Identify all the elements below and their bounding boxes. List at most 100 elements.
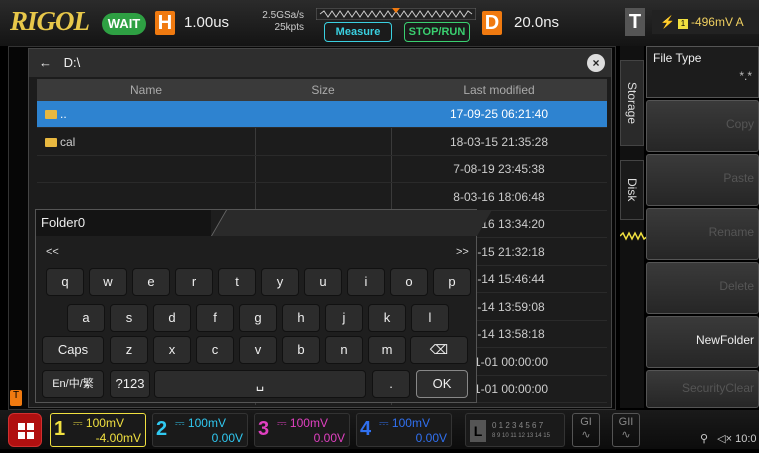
channel-offset: 0.00V — [415, 431, 447, 445]
trigger-menu-button[interactable]: T — [625, 8, 645, 36]
key-u[interactable]: u — [304, 268, 342, 296]
generator-1-button[interactable]: GI ∿ — [572, 413, 600, 447]
measure-button[interactable]: Measure — [324, 22, 392, 42]
new-folder-button[interactable]: NewFolder — [646, 316, 759, 368]
file-browser-header: ← D:\ × — [29, 49, 611, 77]
logic-analyzer-box[interactable]: L 0 1 2 3 4 5 6 7 8 9 10 11 12 13 14 15 — [465, 413, 565, 447]
file-type-selector[interactable]: File Type *.* — [646, 46, 759, 98]
channel-scale-text: 100mV — [187, 416, 226, 430]
delay-value[interactable]: 20.0ns — [514, 14, 559, 31]
close-icon[interactable]: × — [587, 54, 605, 72]
trigger-edge-icon: ⚡ — [660, 15, 675, 29]
column-size[interactable]: Size — [255, 79, 391, 101]
key-j[interactable]: j — [325, 304, 363, 332]
stop-run-button[interactable]: STOP/RUN — [404, 22, 470, 42]
key-m[interactable]: m — [368, 336, 406, 364]
delete-button[interactable]: Delete — [646, 262, 759, 314]
horizontal-menu-button[interactable]: H — [155, 11, 175, 35]
key-g[interactable]: g — [239, 304, 277, 332]
key-e[interactable]: e — [132, 268, 170, 296]
back-arrow-icon[interactable]: ← — [39, 55, 52, 70]
trigger-mode: A — [735, 15, 744, 29]
timebase-value[interactable]: 1.00us — [184, 14, 229, 31]
channel-number: 2 — [156, 418, 168, 440]
key-i[interactable]: i — [347, 268, 385, 296]
file-modified: 17-09-25 06:21:40 — [449, 107, 549, 121]
run-status-badge: WAIT — [102, 13, 146, 35]
clock: 10:0 — [735, 433, 757, 445]
channel-offset: -4.00mV — [95, 431, 141, 445]
channel-scale: ⎓ 100mV — [379, 416, 430, 431]
channel-3-box[interactable]: 3 ⎓ 100mV 0.00V — [254, 413, 350, 447]
current-path: D:\ — [63, 55, 81, 70]
channel-4-box[interactable]: 4 ⎓ 100mV 0.00V — [356, 413, 452, 447]
key-q[interactable]: q — [46, 268, 84, 296]
trigger-info[interactable]: ⚡ 1 -496mV A — [652, 10, 759, 34]
filename-input[interactable]: Folder0 — [36, 210, 211, 236]
tab-storage[interactable]: Storage — [620, 60, 644, 146]
key-f[interactable]: f — [196, 304, 234, 332]
key-b[interactable]: b — [282, 336, 320, 364]
file-row[interactable]: .. 17-09-25 06:21:40 — [37, 101, 607, 128]
key-r[interactable]: r — [175, 268, 213, 296]
numeric-toggle-key[interactable]: ?123 — [110, 370, 150, 398]
channel-number: 1 — [54, 418, 66, 440]
key-x[interactable]: x — [153, 336, 191, 364]
key-s[interactable]: s — [110, 304, 148, 332]
file-row[interactable]: 8-03-16 18:06:48 — [37, 184, 607, 211]
language-toggle-key[interactable]: En/中/繁 — [42, 370, 104, 398]
suggestion-next-button[interactable]: >> — [456, 246, 469, 258]
file-modified: 8-03-16 18:06:48 — [453, 189, 545, 204]
brand-logo: RIGOL — [10, 6, 90, 36]
file-row[interactable]: 7-08-19 23:45:38 — [37, 156, 607, 183]
channel-scale: ⎓ 100mV — [175, 416, 226, 431]
paste-button[interactable]: Paste — [646, 154, 759, 206]
key-y[interactable]: y — [261, 268, 299, 296]
backspace-key[interactable]: ⌫ — [410, 336, 468, 364]
key-a[interactable]: a — [67, 304, 105, 332]
generator-2-button[interactable]: GII ∿ — [612, 413, 640, 447]
key-h[interactable]: h — [282, 304, 320, 332]
folder-icon — [45, 110, 57, 119]
key-period[interactable]: . — [372, 370, 410, 398]
space-key[interactable]: ␣ — [154, 370, 366, 398]
key-w[interactable]: w — [89, 268, 127, 296]
key-k[interactable]: k — [368, 304, 406, 332]
tab-disk[interactable]: Disk — [620, 160, 644, 220]
key-p[interactable]: p — [433, 268, 471, 296]
logic-channels-high: 8 9 10 11 12 13 14 15 — [492, 433, 550, 439]
generator-1-label: GI — [580, 416, 592, 428]
security-clear-button[interactable]: SecurityClear — [646, 370, 759, 408]
channel-offset: 0.00V — [211, 431, 243, 445]
key-t[interactable]: t — [218, 268, 256, 296]
side-tab-strip: Storage Disk — [620, 46, 644, 408]
file-type-label: File Type — [653, 51, 702, 65]
home-menu-icon[interactable] — [8, 413, 42, 447]
channel-scale-text: 100mV — [289, 416, 328, 430]
column-modified[interactable]: Last modified — [391, 79, 607, 101]
caps-key[interactable]: Caps — [42, 336, 104, 364]
generator-2-label: GII — [618, 416, 634, 428]
key-c[interactable]: c — [196, 336, 234, 364]
ok-key[interactable]: OK — [416, 370, 468, 398]
top-status-bar: RIGOL WAIT H 1.00us 2.5GSa/s 25kpts Meas… — [0, 0, 759, 46]
file-row[interactable]: cal 18-03-15 21:35:28 — [37, 129, 607, 156]
copy-button[interactable]: Copy — [646, 100, 759, 152]
key-v[interactable]: v — [239, 336, 277, 364]
key-o[interactable]: o — [390, 268, 428, 296]
key-d[interactable]: d — [153, 304, 191, 332]
memory-depth: 25kpts — [274, 22, 304, 33]
key-z[interactable]: z — [110, 336, 148, 364]
key-l[interactable]: l — [411, 304, 449, 332]
softkey-menu: File Type *.* Copy Paste Rename Delete N… — [646, 46, 759, 408]
key-n[interactable]: n — [325, 336, 363, 364]
column-name[interactable]: Name — [37, 79, 255, 101]
delay-menu-button[interactable]: D — [482, 11, 502, 35]
dc-coupling-icon: ⎓ — [73, 416, 86, 430]
rename-button[interactable]: Rename — [646, 208, 759, 260]
dc-coupling-icon: ⎓ — [277, 416, 290, 430]
suggestion-prev-button[interactable]: << — [46, 246, 59, 258]
channel-2-box[interactable]: 2 ⎓ 100mV 0.00V — [152, 413, 248, 447]
channel-1-box[interactable]: 1 ⎓ 100mV -4.00mV — [50, 413, 146, 447]
speaker-icon[interactable]: ◁× — [717, 433, 732, 445]
